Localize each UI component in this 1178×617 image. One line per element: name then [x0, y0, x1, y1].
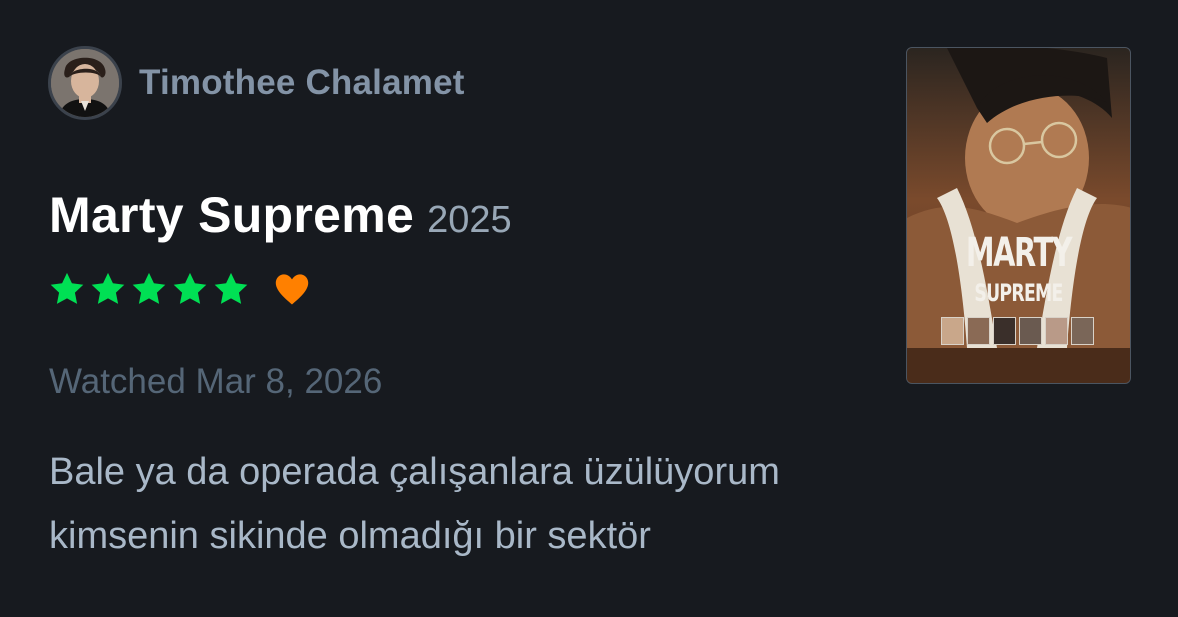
review-line: Bale ya da operada çalışanlara üzülüyoru… — [49, 451, 780, 493]
user-avatar-icon — [51, 49, 119, 117]
poster-subtitle: SUPREME — [974, 279, 1063, 307]
poster-cast-strip — [941, 317, 1097, 345]
heart-icon — [275, 274, 309, 305]
review-author[interactable]: Timothee Chalamet — [48, 46, 465, 120]
film-poster[interactable]: MARTY SUPREME — [906, 47, 1131, 384]
cast-thumbnail — [967, 317, 990, 345]
review-text: Bale ya da operada çalışanlara üzülüyoru… — [49, 440, 969, 568]
cast-thumbnail — [941, 317, 964, 345]
cast-thumbnail — [1045, 317, 1068, 345]
film-year[interactable]: 2025 — [427, 199, 512, 242]
cast-thumbnail — [993, 317, 1016, 345]
star-icon — [214, 272, 248, 304]
poster-title: MARTY — [965, 230, 1073, 276]
star-icon — [91, 272, 125, 304]
film-title[interactable]: Marty Supreme — [49, 186, 414, 244]
cast-thumbnail — [1019, 317, 1042, 345]
film-heading: Marty Supreme 2025 — [49, 186, 512, 244]
watched-date: Watched Mar 8, 2026 — [49, 362, 383, 401]
rating-row — [48, 270, 311, 308]
cast-thumbnail — [1071, 317, 1094, 345]
review-line: kimsenin sikinde olmadığı bir sektör — [49, 515, 651, 557]
review-card: Timothee Chalamet Marty Supreme 2025 Wat… — [0, 0, 1178, 617]
star-icon — [173, 272, 207, 304]
star-icon — [50, 272, 84, 304]
author-avatar[interactable] — [48, 46, 122, 120]
star-icon — [132, 272, 166, 304]
author-name[interactable]: Timothee Chalamet — [139, 63, 465, 103]
